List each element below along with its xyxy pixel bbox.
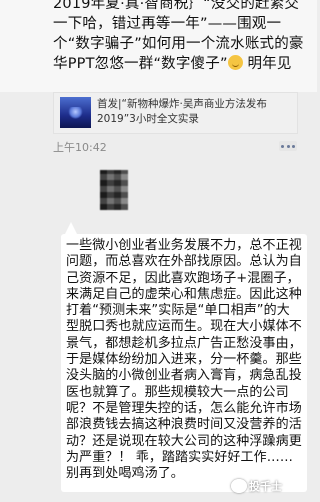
previous-message-text: 2019年夏·真·智商税｝“没交的赶紧交一下哈，错过再等一年”——围观一个“数字… bbox=[53, 0, 304, 72]
reply-bubble-tail bbox=[65, 222, 77, 234]
blurred-avatar bbox=[100, 170, 128, 210]
smile-emoji-icon bbox=[227, 55, 243, 70]
wechat-icon bbox=[231, 479, 247, 493]
post-timestamp: 上午10:42 bbox=[53, 141, 107, 154]
shared-article-card[interactable]: 首发|“新物种爆炸·吴声商业方法发布2019”3小时全文实录 bbox=[53, 92, 298, 134]
reply-text: 一些微小创业者业务发展不力，总不正视问题，而总喜欢在外部找原因。总认为自己资源不… bbox=[66, 238, 302, 482]
previous-message: 2019年夏·真·智商税｝“没交的赶紧交一下哈，错过再等一年”——围观一个“数字… bbox=[0, 0, 317, 92]
more-actions-icon[interactable] bbox=[279, 141, 297, 151]
article-thumbnail bbox=[60, 97, 91, 128]
article-title: 首发|“新物种爆炸·吴声商业方法发布2019”3小时全文实录 bbox=[97, 98, 267, 125]
watermark: 投千士 bbox=[249, 480, 282, 493]
